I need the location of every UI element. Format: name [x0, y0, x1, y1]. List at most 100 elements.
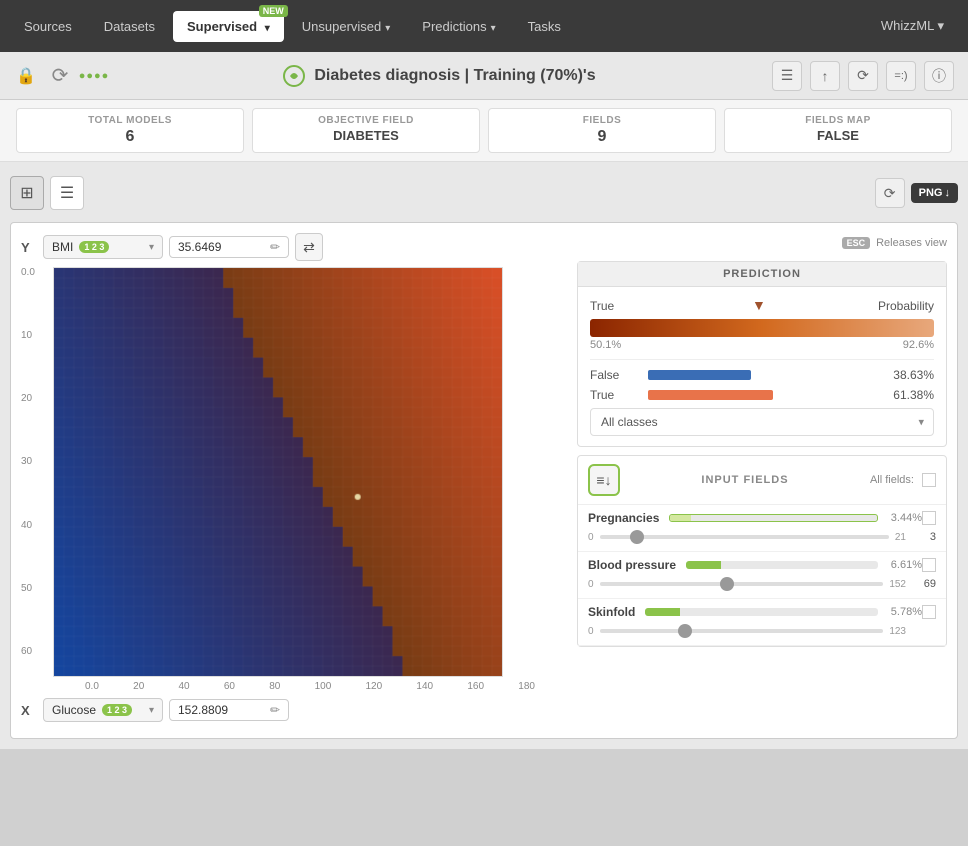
- pregnancies-thumb[interactable]: [630, 530, 644, 544]
- toolbar-btn-info[interactable]: ⓘ: [924, 61, 954, 91]
- refresh-btn[interactable]: ⟳: [875, 178, 905, 208]
- x-edit-icon[interactable]: ✏: [270, 703, 280, 717]
- nav-supervised-label: Supervised: [187, 19, 257, 34]
- true-sub-prob: 61.38%: [884, 388, 934, 402]
- true-bar: [648, 390, 773, 400]
- pred-divider: [590, 359, 934, 360]
- false-prob: 38.63%: [884, 368, 934, 382]
- y-value-text: 35.6469: [178, 240, 266, 254]
- x-field-name: Glucose: [52, 703, 96, 717]
- swap-axes-btn[interactable]: ⇄: [295, 233, 323, 261]
- navbar: Sources Datasets Supervised NEW ▾ Unsupe…: [0, 0, 968, 52]
- pregnancies-value: 3: [912, 531, 936, 543]
- prediction-labels-row: True ▼ Probability: [590, 297, 934, 315]
- pregnancies-label: Pregnancies: [588, 511, 659, 525]
- nav-sources[interactable]: Sources: [10, 11, 86, 42]
- right-panel: ESC Releases view PREDICTION True ▼ Prob…: [577, 233, 947, 728]
- x-axis-label: X: [21, 703, 37, 718]
- x-field-select[interactable]: Glucose 1 2 3 ▾: [43, 698, 163, 722]
- pregnancies-slider-row: 0 21 3: [588, 529, 936, 545]
- field-blood-pressure: Blood pressure 6.61% 0: [578, 552, 946, 599]
- false-label: False: [590, 368, 640, 382]
- edit-icon[interactable]: ✏: [270, 240, 280, 254]
- skinfold-checkbox[interactable]: [922, 605, 936, 619]
- releases-view-link[interactable]: Releases view: [876, 237, 947, 249]
- pregnancies-header: Pregnancies 3.44%: [588, 511, 936, 525]
- dots-icon[interactable]: ●●●●: [82, 64, 106, 88]
- toolbar: 🔒 ⟳ ●●●● Diabetes diagnosis | Training (…: [0, 52, 968, 100]
- stat-total-models-label: TOTAL MODELS: [29, 115, 231, 126]
- prediction-header: PREDICTION: [578, 262, 946, 287]
- x-axis-labels: 0.0 20 40 60 80 100 120 140 160 180: [85, 677, 535, 692]
- y-field-select[interactable]: BMI 1 2 3 ▾: [43, 235, 163, 259]
- pred-arrow-wrap: ▼: [648, 297, 870, 315]
- skinfold-thumb[interactable]: [678, 624, 692, 638]
- pred-percent-row: 50.1% 92.6%: [590, 339, 934, 351]
- y-axis-labels: 60 50 40 30 20 10 0.0: [21, 267, 53, 677]
- blood-pressure-slider-row: 0 152 69: [588, 576, 936, 592]
- y-axis-label: Y: [21, 240, 37, 255]
- prediction-box: PREDICTION True ▼ Probability 50.1%: [577, 261, 947, 447]
- skinfold-track: [600, 629, 884, 633]
- toolbar-btn-refresh[interactable]: ⟳: [848, 61, 878, 91]
- nav-datasets[interactable]: Datasets: [90, 11, 169, 42]
- probability-label: Probability: [878, 299, 934, 313]
- pregnancies-max: 21: [895, 532, 906, 543]
- skinfold-slider[interactable]: [600, 623, 884, 639]
- blood-pressure-value: 69: [912, 578, 936, 590]
- png-btn[interactable]: PNG ↓: [911, 183, 958, 203]
- main-pct: 50.1%: [590, 339, 621, 351]
- toolbar-btn-upload[interactable]: ↑: [810, 61, 840, 91]
- true-sub-bar-wrap: [648, 390, 876, 400]
- stat-fields-map: FIELDS MAP FALSE: [724, 108, 952, 153]
- blood-pressure-slider[interactable]: [600, 576, 884, 592]
- classes-select-wrap: All classes True False ▾: [590, 408, 934, 436]
- pregnancies-checkbox[interactable]: [922, 511, 936, 525]
- all-fields-label: All fields:: [870, 474, 914, 486]
- nav-tasks[interactable]: Tasks: [514, 11, 575, 42]
- toolbar-btn-code[interactable]: =:): [886, 61, 916, 91]
- nav-unsupervised[interactable]: Unsupervised▾: [288, 11, 405, 42]
- y-value-input[interactable]: 35.6469 ✏: [169, 236, 289, 258]
- pregnancies-min: 0: [588, 532, 594, 543]
- chart-canvas: [54, 268, 502, 676]
- toolbar-right: ☰ ↑ ⟳ =:) ⓘ: [772, 61, 954, 91]
- main-content: ⊞ ☰ ⟳ PNG ↓ Y BMI 1 2 3 ▾ 35.6469 ✏: [0, 162, 968, 749]
- y-select-arrow-icon: ▾: [149, 242, 154, 253]
- x-value-input[interactable]: 152.8809 ✏: [169, 699, 289, 721]
- input-fields-label: INPUT FIELDS: [628, 474, 862, 486]
- blood-pressure-thumb[interactable]: [720, 577, 734, 591]
- pred-arrow-icon: ▼: [648, 297, 870, 313]
- sort-btn[interactable]: ≡↓: [588, 464, 620, 496]
- nav-whizzml[interactable]: WhizzML ▾: [867, 10, 958, 42]
- x-select-arrow-icon: ▾: [149, 705, 154, 716]
- stat-objective-field: OBJECTIVE FIELD DIABETES: [252, 108, 480, 153]
- toolbar-btn-list[interactable]: ☰: [772, 61, 802, 91]
- field-pregnancies: Pregnancies 3.44% 0: [578, 505, 946, 552]
- all-fields-checkbox[interactable]: [922, 473, 936, 487]
- blood-pressure-checkbox[interactable]: [922, 558, 936, 572]
- sync-icon[interactable]: ⟳: [48, 64, 72, 88]
- nav-predictions[interactable]: Predictions▾: [408, 11, 509, 42]
- blood-pressure-pct: 6.61%: [884, 559, 922, 571]
- stat-objective-field-value: DIABETES: [265, 128, 467, 143]
- stat-fields-map-value: FALSE: [737, 128, 939, 143]
- skinfold-fill: [645, 608, 680, 616]
- chart-area[interactable]: [53, 267, 503, 677]
- blood-pressure-min: 0: [588, 579, 594, 590]
- blood-pressure-fill: [686, 561, 721, 569]
- pregnancies-fill: [670, 515, 691, 521]
- stat-fields-value: 9: [501, 128, 703, 146]
- lock-icon[interactable]: 🔒: [14, 64, 38, 88]
- grid-view-btn[interactable]: ⊞: [10, 176, 44, 210]
- stat-fields-label: FIELDS: [501, 115, 703, 126]
- classes-select[interactable]: All classes True False: [590, 408, 934, 436]
- pregnancies-slider[interactable]: [600, 529, 889, 545]
- nav-supervised[interactable]: Supervised NEW ▾: [173, 11, 284, 42]
- list-view-btn[interactable]: ☰: [50, 176, 84, 210]
- false-bar-wrap: [648, 370, 876, 380]
- skinfold-label: Skinfold: [588, 605, 635, 619]
- x-field-badge: 1 2 3: [102, 704, 132, 716]
- chart-section: Y BMI 1 2 3 ▾ 35.6469 ✏ ⇄ 60 50 40: [10, 222, 958, 739]
- pred-main-bar: [590, 319, 934, 337]
